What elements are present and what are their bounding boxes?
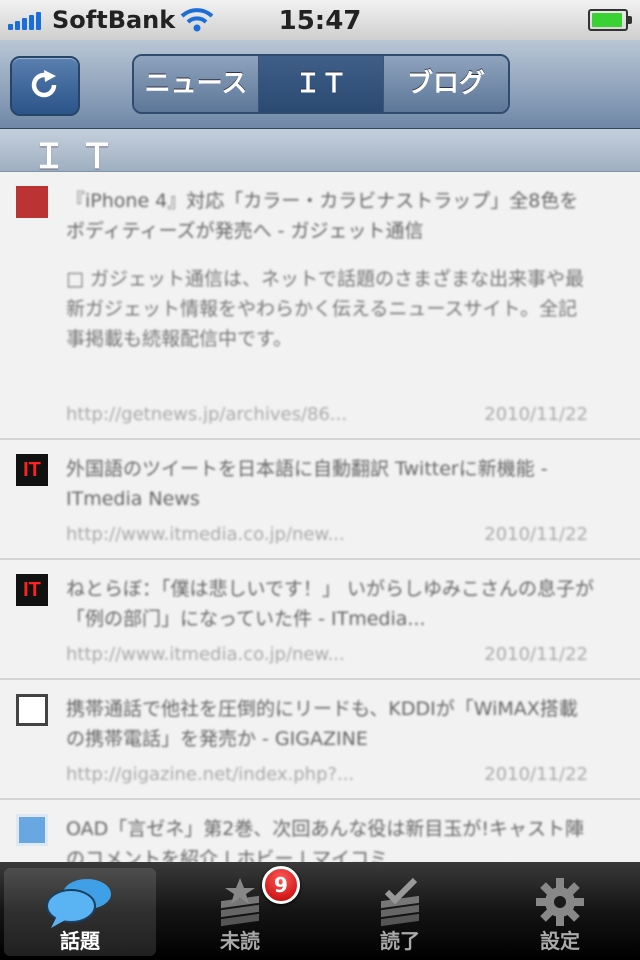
article-title: ねとらぼ：「僕は悲しいです！」 いがらしゆみこさんの息子が「例の部门」になってい… [66,578,594,630]
article-title: 『iPhone 4』対応「カラー・カラビナストラップ」全8色をボディティーズが発… [66,190,579,242]
gigazine-icon [16,694,48,726]
tab-read[interactable]: 読了 [324,868,476,956]
unread-count-badge: 9 [262,866,300,904]
list-item[interactable]: IT 外国語のツイートを日本語に自動翻訳 Twitterに新機能 - ITmed… [0,440,640,560]
status-bar: SoftBank 15:47 [0,0,640,40]
article-url: http://www.itmedia.co.jp/new... [66,644,345,665]
segment-it[interactable]: ＩＴ [259,56,384,112]
navigation-bar: ニュース ＩＴ ブログ [0,40,640,129]
article-title: OAD「言ゼネ」第2巻、次回あんな役は新目玉が!キャスト陣のコメントを紹介 | … [66,818,584,862]
itmedia-icon: IT [16,574,48,606]
category-segmented-control: ニュース ＩＴ ブログ [132,54,510,114]
blog-icon [16,814,48,846]
article-date: 2010/11/22 [484,764,588,785]
article-url: http://www.itmedia.co.jp/new... [66,524,345,545]
refresh-icon [31,70,57,98]
tab-settings[interactable]: 設定 [484,868,636,956]
list-item[interactable]: OAD「言ゼネ」第2巻、次回あんな役は新目玉が!キャスト陣のコメントを紹介 | … [0,800,640,862]
segment-news[interactable]: ニュース [134,56,259,112]
tab-bar: 話題 未読 読了 設定 [0,862,640,960]
refresh-button[interactable] [10,56,80,116]
article-description: □ ガジェット通信は、ネットで話題のさまざまな出来事や最新ガジェット情報をやわら… [66,268,584,350]
gadget-news-icon [16,186,48,218]
section-title: ＩＴ [32,137,128,177]
itmedia-icon: IT [16,454,48,486]
tab-label: 設定 [540,929,580,953]
check-stack-icon [381,877,419,927]
article-date: 2010/11/22 [484,524,588,545]
article-date: 2010/11/22 [484,644,588,665]
tab-label: 話題 [60,929,100,953]
section-header: ＩＴ [0,129,640,177]
list-item[interactable]: IT ねとらぼ：「僕は悲しいです！」 いがらしゆみこさんの息子が「例の部门」にな… [0,560,640,680]
article-url: http://getnews.jp/archives/86... [66,404,348,425]
gear-icon [536,878,584,926]
tab-topics[interactable]: 話題 [4,868,156,956]
article-title: 携帯通話で他社を圧倒的にリードも、KDDIが「WiMAX搭載の携帯電話」を発売か… [66,698,578,750]
list-item[interactable]: 携帯通話で他社を圧倒的にリードも、KDDIが「WiMAX搭載の携帯電話」を発売か… [0,680,640,800]
star-stack-icon [221,878,259,927]
article-title: 外国語のツイートを日本語に自動翻訳 Twitterに新機能 - ITmedia … [66,458,548,510]
list-item[interactable]: 『iPhone 4』対応「カラー・カラビナストラップ」全8色をボディティーズが発… [0,172,640,440]
chat-bubbles-icon [46,879,111,928]
article-url: http://gigazine.net/index.php?... [66,764,355,785]
segment-blog[interactable]: ブログ [384,56,508,112]
tab-label: 読了 [380,929,420,953]
article-date: 2010/11/22 [484,404,588,425]
status-time: 15:47 [278,6,362,36]
tab-label: 未読 [220,929,260,953]
battery-icon [588,9,632,31]
article-list[interactable]: 『iPhone 4』対応「カラー・カラビナストラップ」全8色をボディティーズが発… [0,172,640,862]
